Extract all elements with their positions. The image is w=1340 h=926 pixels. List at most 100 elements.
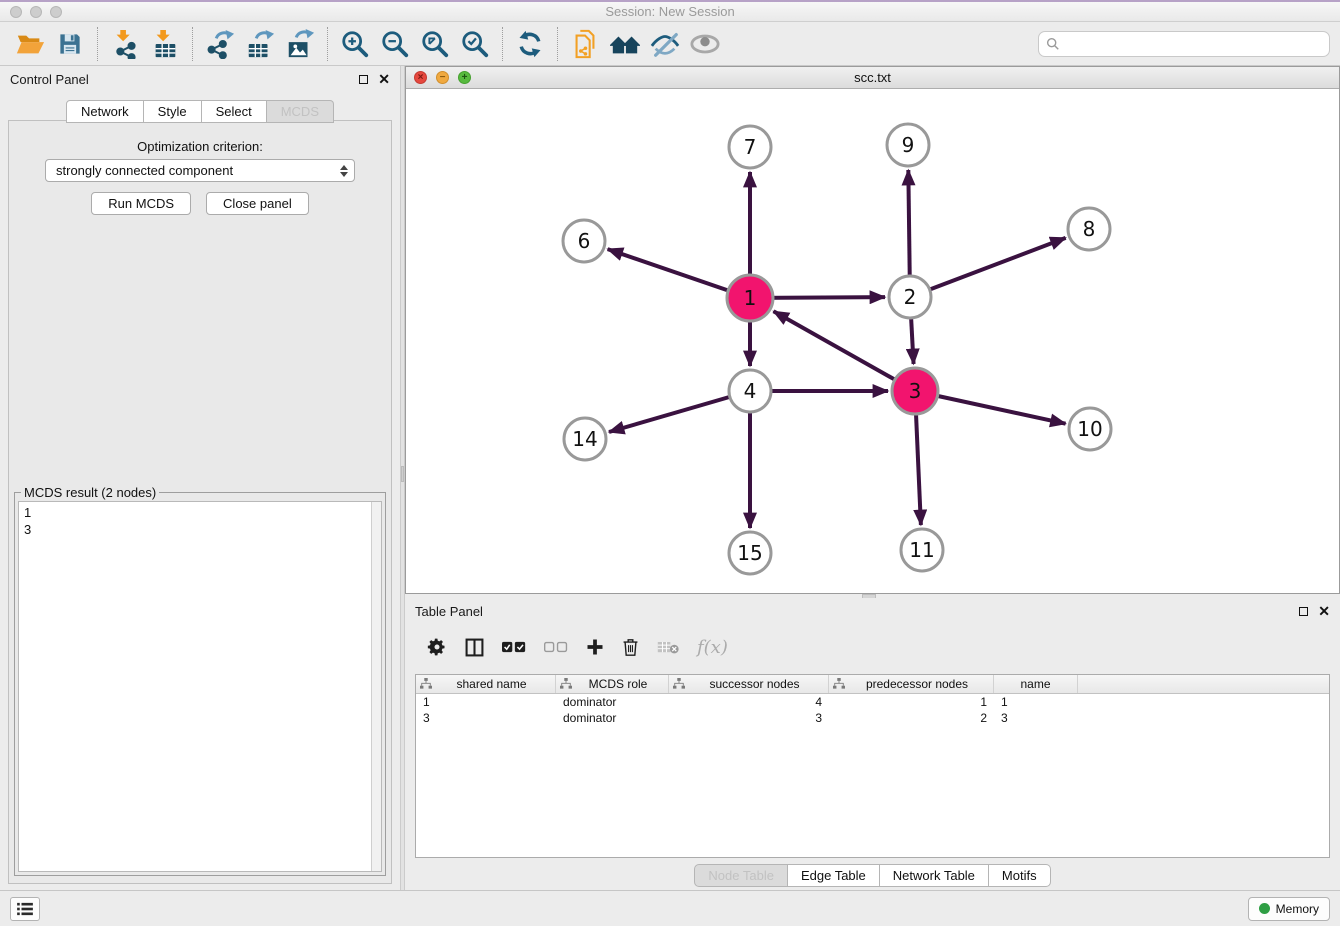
unchecked-boxes-icon (544, 641, 568, 653)
export-table-button[interactable] (240, 26, 280, 62)
cell-mcds-role[interactable]: dominator (556, 695, 669, 709)
toolbar-separator (192, 27, 193, 61)
show-eye-button[interactable] (685, 26, 725, 62)
zoom-out-button[interactable] (375, 26, 415, 62)
delete-table-button[interactable] (657, 640, 679, 655)
table-panel: Table Panel ✕ (405, 598, 1340, 890)
cell-shared-name[interactable]: 3 (416, 711, 556, 725)
import-network-icon (110, 29, 140, 59)
memory-button[interactable]: Memory (1248, 897, 1330, 921)
graph-node-label: 15 (737, 541, 762, 565)
table-settings-button[interactable] (427, 637, 447, 657)
function-builder-button[interactable]: f(x) (697, 637, 728, 658)
show-eye-icon (689, 29, 721, 59)
cell-shared-name[interactable]: 1 (416, 695, 556, 709)
refresh-button[interactable] (510, 26, 550, 62)
table-row[interactable]: 3 dominator 3 2 3 (416, 710, 1329, 726)
graph-node-label: 2 (904, 285, 917, 309)
network-minimize-icon[interactable]: − (436, 71, 449, 84)
delete-column-button[interactable] (622, 638, 639, 657)
search-input[interactable] (1065, 37, 1322, 52)
tab-mcds[interactable]: MCDS (267, 100, 334, 123)
network-graph[interactable]: 7968124314101511 (406, 89, 1339, 593)
cell-mcds-role[interactable]: dominator (556, 711, 669, 725)
column-header-shared-name[interactable]: shared name (416, 675, 556, 693)
tab-edge-table[interactable]: Edge Table (788, 864, 880, 887)
tab-select[interactable]: Select (202, 100, 267, 123)
control-panel: Control Panel ✕ Network Style Select MCD… (0, 66, 400, 890)
save-session-button[interactable] (50, 26, 90, 62)
memory-label: Memory (1276, 902, 1319, 916)
tab-node-table[interactable]: Node Table (694, 864, 788, 887)
close-panel-icon[interactable]: ✕ (378, 74, 390, 84)
graph-edge-2-8[interactable] (910, 238, 1066, 297)
export-network-button[interactable] (200, 26, 240, 62)
optimization-criterion-select[interactable]: strongly connected component (45, 159, 355, 182)
cell-predecessor-nodes[interactable]: 2 (829, 711, 994, 725)
tab-motifs[interactable]: Motifs (989, 864, 1051, 887)
close-window-icon[interactable] (10, 6, 22, 18)
export-image-icon (285, 29, 315, 59)
graph-node-label: 11 (909, 538, 934, 562)
table-row[interactable]: 1 dominator 4 1 1 (416, 694, 1329, 710)
float-table-panel-icon[interactable] (1299, 607, 1308, 616)
unselect-all-columns-button[interactable] (544, 641, 568, 653)
column-header-successor-nodes[interactable]: successor nodes (669, 675, 829, 693)
window-titlebar: Session: New Session (0, 0, 1340, 22)
select-all-columns-button[interactable] (502, 641, 526, 653)
mcds-result-item[interactable]: 1 (24, 504, 366, 521)
result-scrollbar[interactable] (371, 502, 381, 871)
show-column-button[interactable] (465, 638, 484, 657)
export-image-button[interactable] (280, 26, 320, 62)
zoom-fit-button[interactable] (415, 26, 455, 62)
list-icon (17, 902, 33, 916)
plus-icon (586, 638, 604, 656)
cell-name[interactable]: 3 (994, 711, 1078, 725)
save-icon (56, 30, 84, 58)
minimize-window-icon[interactable] (30, 6, 42, 18)
toolbar-separator (327, 27, 328, 61)
zoom-out-icon (380, 29, 410, 59)
checked-boxes-icon (502, 641, 526, 653)
cell-name[interactable]: 1 (994, 695, 1078, 709)
mcds-result-title: MCDS result (2 nodes) (21, 485, 159, 500)
column-header-predecessor-nodes[interactable]: predecessor nodes (829, 675, 994, 693)
cell-successor-nodes[interactable]: 4 (669, 695, 829, 709)
network-canvas[interactable]: 7968124314101511 (406, 89, 1339, 593)
cell-predecessor-nodes[interactable]: 1 (829, 695, 994, 709)
network-close-icon[interactable]: × (414, 71, 427, 84)
zoom-in-button[interactable] (335, 26, 375, 62)
network-maximize-icon[interactable]: + (458, 71, 471, 84)
tab-style[interactable]: Style (144, 100, 202, 123)
import-network-button[interactable] (105, 26, 145, 62)
import-table-button[interactable] (145, 26, 185, 62)
column-header-mcds-role[interactable]: MCDS role (556, 675, 669, 693)
create-column-button[interactable] (586, 638, 604, 656)
column-header-name[interactable]: name (994, 675, 1078, 693)
control-panel-title: Control Panel (10, 72, 89, 87)
tab-network-table[interactable]: Network Table (880, 864, 989, 887)
close-table-panel-icon[interactable]: ✕ (1318, 606, 1330, 616)
mcds-result-item[interactable]: 3 (24, 521, 366, 538)
mcds-result-list[interactable]: 1 3 (19, 502, 371, 871)
close-panel-button[interactable]: Close panel (206, 192, 309, 215)
copy-network-button[interactable] (565, 26, 605, 62)
home-button[interactable] (605, 26, 645, 62)
tab-network[interactable]: Network (66, 100, 144, 123)
zoom-selected-icon (460, 29, 490, 59)
export-network-icon (205, 29, 235, 59)
float-panel-icon[interactable] (359, 75, 368, 84)
cell-successor-nodes[interactable]: 3 (669, 711, 829, 725)
table-panel-tabs: Node Table Edge Table Network Table Moti… (405, 864, 1340, 887)
home-icon (609, 29, 641, 59)
splitter-handle[interactable] (401, 466, 404, 482)
graph-node-label: 3 (909, 379, 922, 403)
run-mcds-button[interactable]: Run MCDS (91, 192, 191, 215)
maximize-window-icon[interactable] (50, 6, 62, 18)
open-file-button[interactable] (10, 26, 50, 62)
task-history-button[interactable] (10, 897, 40, 921)
hide-eye-button[interactable] (645, 26, 685, 62)
delete-table-icon (657, 640, 679, 655)
graph-node-label: 14 (572, 427, 597, 451)
zoom-selected-button[interactable] (455, 26, 495, 62)
